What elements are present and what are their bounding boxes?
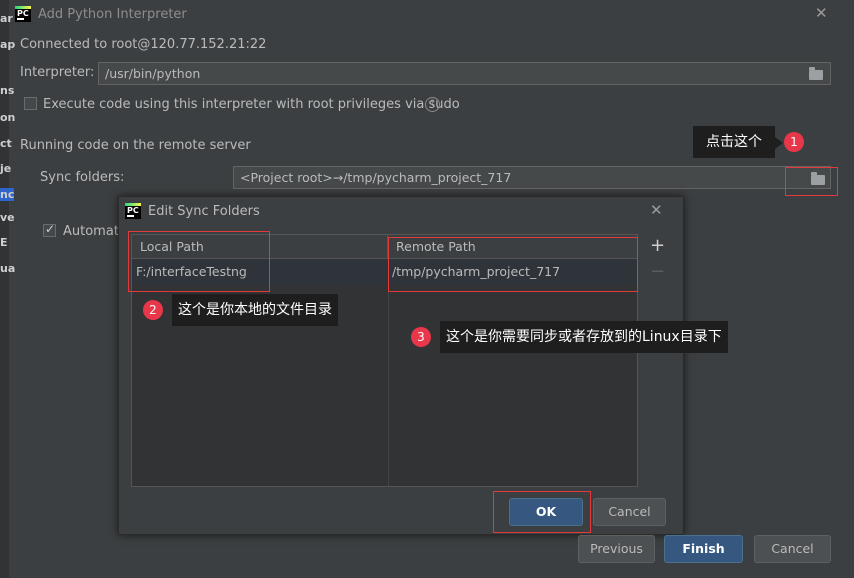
background-window-edge: ar ap ns on ct je nc ve E ua [0, 0, 15, 578]
annotation-click-this: 点击这个 [693, 126, 775, 158]
edge-fragment: nc [0, 188, 15, 201]
edge-fragment: ua [0, 262, 16, 275]
highlight-box-sync-browse [785, 167, 838, 196]
cancel-button[interactable]: Cancel [754, 535, 831, 563]
interpreter-label: Interpreter: [20, 65, 95, 80]
annotation-badge-2: 2 [143, 300, 163, 320]
finish-button[interactable]: Finish [664, 535, 743, 563]
sync-folders-value: <Project root>→/tmp/pycharm_project_717 [240, 170, 512, 185]
window-titlebar: PC Add Python Interpreter ✕ [9, 0, 854, 30]
highlight-box-remote-path [388, 237, 638, 292]
browse-folder-icon[interactable] [809, 67, 823, 80]
annotation-local-directory: 这个是你本地的文件目录 [172, 294, 338, 326]
remove-row-icon[interactable]: − [650, 261, 665, 282]
window-close-icon[interactable]: ✕ [815, 4, 828, 22]
edge-fragment: ap [0, 38, 16, 51]
highlight-box-local-path [128, 231, 270, 292]
annotation-linux-directory: 这个是你需要同步或者存放到的Linux目录下 [440, 321, 728, 353]
window-title: Add Python Interpreter [38, 7, 187, 22]
pycharm-logo-icon: PC [125, 203, 141, 219]
remote-section-heading: Running code on the remote server [20, 138, 251, 153]
sync-folders-field[interactable]: <Project root>→/tmp/pycharm_project_717 [233, 166, 831, 189]
sudo-label: Execute code using this interpreter with… [43, 97, 460, 112]
automatic-upload-checkbox[interactable] [43, 222, 56, 237]
edge-fragment: ct [0, 137, 12, 150]
add-row-icon[interactable]: + [650, 235, 665, 256]
annotation-badge-3: 3 [411, 327, 431, 347]
interpreter-value: /usr/bin/python [105, 66, 201, 81]
highlight-box-ok [493, 491, 591, 533]
dialog-cancel-button[interactable]: Cancel [593, 498, 666, 526]
annotation-badge-1: 1 [784, 132, 804, 152]
previous-button[interactable]: Previous [578, 535, 655, 563]
annotation-pointer [775, 137, 783, 149]
edge-fragment: ns [0, 84, 15, 97]
edge-fragment: E [0, 236, 8, 249]
connection-status: Connected to root@120.77.152.21:22 [20, 37, 267, 52]
column-divider [388, 285, 389, 486]
dialog-close-icon[interactable]: ✕ [650, 201, 663, 219]
help-icon[interactable]: ? [425, 97, 440, 112]
edge-fragment: ve [0, 211, 15, 224]
pycharm-logo-icon: PC [15, 6, 31, 22]
edge-fragment: on [0, 111, 16, 124]
dialog-title: Edit Sync Folders [148, 204, 260, 219]
edge-fragment: je [0, 162, 12, 175]
interpreter-field[interactable]: /usr/bin/python [98, 62, 831, 85]
sudo-checkbox[interactable] [24, 97, 37, 110]
sync-folders-label: Sync folders: [40, 170, 125, 185]
